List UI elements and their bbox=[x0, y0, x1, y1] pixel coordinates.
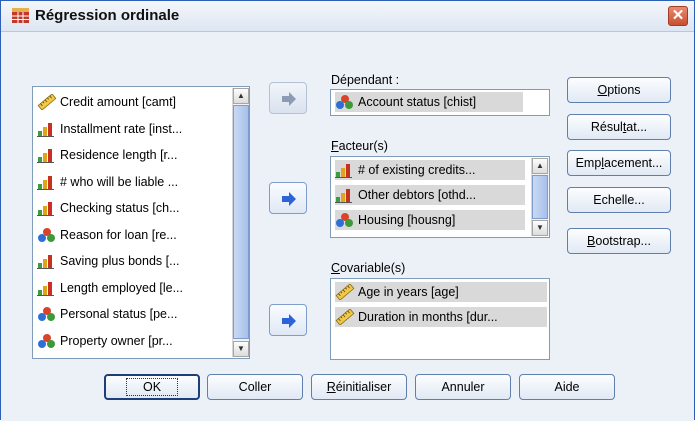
list-item[interactable]: Duration in months [dur... bbox=[335, 307, 547, 327]
resultat-button[interactable]: Résultat... bbox=[567, 114, 671, 140]
arrow-right-icon bbox=[282, 92, 296, 106]
move-to-covariates-button[interactable] bbox=[269, 304, 307, 336]
list-item[interactable]: Checking status [ch... bbox=[37, 198, 180, 218]
scroll-up-button[interactable]: ▲ bbox=[233, 88, 249, 104]
list-item-label: Length employed [le... bbox=[60, 280, 183, 295]
list-item[interactable]: Age in years [age] bbox=[335, 282, 547, 302]
echelle-button[interactable]: Echelle... bbox=[567, 187, 671, 213]
ordinal-bars-icon bbox=[335, 162, 355, 178]
list-item-label: Age in years [age] bbox=[358, 285, 459, 299]
aide-button[interactable]: Aide bbox=[519, 374, 615, 400]
dependent-box[interactable]: Account status [chist] bbox=[330, 89, 550, 116]
list-item-label: Other debtors [othd... bbox=[358, 188, 477, 202]
list-item-label: Installment rate [inst... bbox=[60, 121, 183, 136]
nominal-circles-icon bbox=[335, 212, 355, 228]
list-item-label: Duration in months [dur... bbox=[358, 310, 498, 324]
dialog-title: Régression ordinale bbox=[35, 7, 180, 24]
list-item[interactable]: # of existing credits... bbox=[335, 160, 525, 180]
list-item[interactable]: Saving plus bonds [... bbox=[37, 251, 180, 271]
ruler-scale-icon bbox=[37, 93, 57, 111]
close-button[interactable]: ✕ bbox=[668, 6, 688, 26]
factors-scrollbar[interactable]: ▲ ▼ bbox=[531, 158, 549, 236]
list-item[interactable]: Account status [chist] bbox=[335, 92, 523, 112]
nominal-circles-icon bbox=[37, 333, 57, 349]
list-item-label: # who will be liable ... bbox=[60, 174, 179, 189]
scroll-down-button[interactable]: ▼ bbox=[532, 220, 548, 236]
nominal-circles-icon bbox=[37, 306, 57, 322]
ordinal-regression-dialog: Régression ordinale ✕ Credit amount [cam… bbox=[0, 0, 695, 421]
data-grid-icon bbox=[12, 8, 29, 23]
coller-button[interactable]: Coller bbox=[207, 374, 303, 400]
list-item[interactable]: Housing [housng] bbox=[335, 210, 525, 230]
list-item[interactable]: Reason for loan [re... bbox=[37, 225, 177, 245]
scroll-up-button[interactable]: ▲ bbox=[532, 158, 548, 174]
list-item-label: Reason for loan [re... bbox=[60, 227, 177, 242]
scroll-thumb[interactable] bbox=[233, 105, 249, 339]
dependent-label: Dépendant : bbox=[331, 73, 400, 87]
arrow-right-icon bbox=[282, 192, 296, 206]
covariates-label: Covariable(s) bbox=[331, 261, 406, 275]
nominal-circles-icon bbox=[335, 94, 355, 110]
dialog-body: Credit amount [camt] Installment rate [in… bbox=[1, 32, 694, 421]
ordinal-bars-icon bbox=[335, 187, 355, 203]
close-icon: ✕ bbox=[671, 7, 685, 24]
factors-label: Facteur(s) bbox=[331, 139, 388, 153]
list-item[interactable]: # who will be liable ... bbox=[37, 172, 178, 192]
list-item[interactable]: Personal status [pe... bbox=[37, 304, 177, 324]
variables-scrollbar[interactable]: ▲ ▼ bbox=[232, 88, 249, 357]
scroll-down-button[interactable]: ▼ bbox=[233, 341, 249, 357]
list-item-label: Saving plus bonds [... bbox=[60, 254, 180, 268]
reinitialiser-button[interactable]: Réinitialiser bbox=[311, 374, 407, 400]
move-to-dependent-button[interactable] bbox=[269, 82, 307, 114]
ordinal-bars-icon bbox=[37, 200, 57, 216]
list-item-label: Residence length [r... bbox=[60, 148, 178, 162]
options-button[interactable]: Options bbox=[567, 77, 671, 103]
emplacement-button[interactable]: Emplacement... bbox=[567, 150, 671, 176]
list-item-label: Credit amount [camt] bbox=[60, 95, 177, 109]
list-item-label: Personal status [pe... bbox=[60, 307, 178, 321]
list-item[interactable]: Credit amount [camt] bbox=[37, 92, 176, 112]
move-to-factors-button[interactable] bbox=[269, 182, 307, 214]
nominal-circles-icon bbox=[37, 227, 57, 243]
list-item-label: Housing [housng] bbox=[358, 213, 456, 227]
list-item-label: Checking status [ch... bbox=[60, 201, 180, 215]
arrow-right-icon bbox=[282, 314, 296, 328]
covariates-listbox[interactable]: Age in years [age] Duration in months [du… bbox=[330, 278, 550, 360]
list-item[interactable]: Residence length [r... bbox=[37, 145, 177, 165]
ruler-scale-icon bbox=[335, 283, 355, 301]
bootstrap-button[interactable]: Bootstrap... bbox=[567, 228, 671, 254]
ok-button[interactable]: OK bbox=[104, 374, 200, 400]
list-item[interactable]: Other debtors [othd... bbox=[335, 185, 525, 205]
title-bar: Régression ordinale ✕ bbox=[1, 1, 694, 32]
list-item[interactable]: Property owner [pr... bbox=[37, 331, 173, 351]
list-item[interactable]: Length employed [le... bbox=[37, 278, 183, 298]
list-item[interactable]: Installment rate [inst... bbox=[37, 119, 182, 139]
list-item-label: Property owner [pr... bbox=[60, 333, 173, 348]
factors-listbox[interactable]: # of existing credits... Other debtors [o… bbox=[330, 156, 550, 238]
ordinal-bars-icon bbox=[37, 253, 57, 269]
annuler-button[interactable]: Annuler bbox=[415, 374, 511, 400]
list-item-label: # of existing credits... bbox=[358, 163, 476, 177]
ordinal-bars-icon bbox=[37, 121, 57, 137]
ordinal-bars-icon bbox=[37, 280, 57, 296]
ordinal-bars-icon bbox=[37, 147, 57, 163]
scroll-thumb[interactable] bbox=[532, 175, 548, 219]
ruler-scale-icon bbox=[335, 308, 355, 326]
list-item-label: Account status [chist] bbox=[358, 95, 477, 109]
ordinal-bars-icon bbox=[37, 174, 57, 190]
variables-listbox[interactable]: Credit amount [camt] Installment rate [in… bbox=[32, 86, 250, 359]
